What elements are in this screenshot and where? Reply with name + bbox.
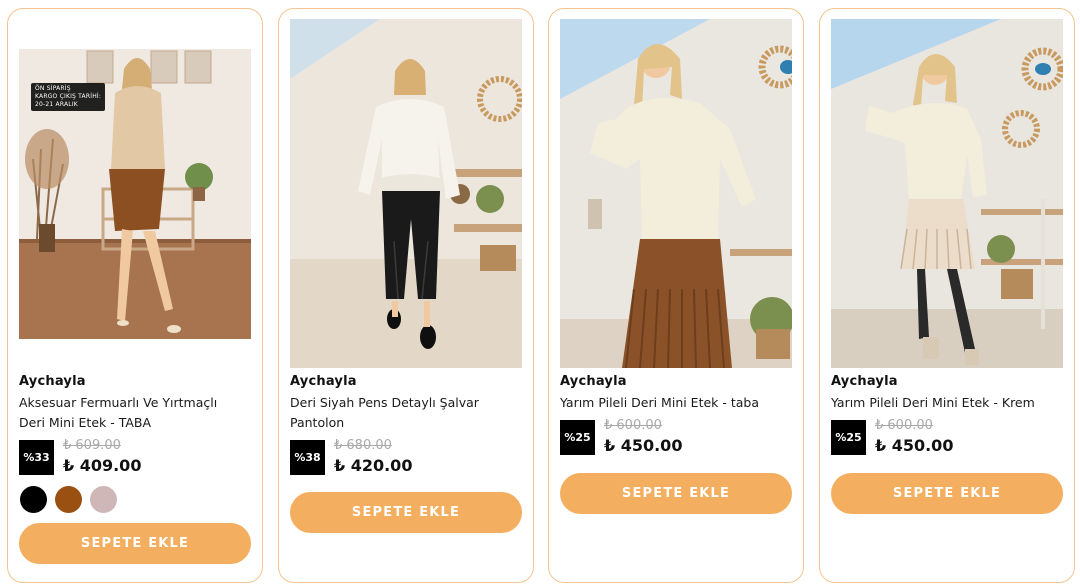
brand-name: Aychayla (560, 374, 627, 389)
old-price: ₺ 680.00 (334, 438, 392, 453)
brand-name: Aychayla (19, 374, 86, 389)
discount-badge: %38 (290, 440, 325, 475)
product-image[interactable] (290, 19, 522, 368)
promo-line: ÖN SİPARİŞ (35, 85, 71, 92)
new-price: ₺ 409.00 (63, 456, 142, 475)
color-swatch-brown[interactable] (55, 486, 82, 513)
product-image[interactable]: ÖN SİPARİŞ KARGO ÇIKIŞ TARİHİ: 20-21 ARA… (19, 49, 251, 339)
new-price: ₺ 450.00 (604, 436, 683, 455)
product-image[interactable] (560, 19, 792, 368)
color-swatch-black[interactable] (20, 486, 47, 513)
discount-badge: %25 (560, 420, 595, 455)
product-title[interactable]: Aksesuar Fermuarlı Ve Yırtmaçlı Deri Min… (19, 393, 247, 433)
promo-line: KARGO ÇIKIŞ TARİHİ: (35, 93, 102, 100)
add-to-cart-button[interactable]: SEPETE EKLE (19, 523, 251, 564)
product-title[interactable]: Yarım Pileli Deri Mini Etek - Krem (831, 393, 1059, 413)
discount-badge: %33 (19, 440, 54, 475)
product-card[interactable]: Aychayla Yarım Pileli Deri Mini Etek - t… (548, 8, 804, 583)
new-price: ₺ 450.00 (875, 436, 954, 455)
color-swatch-pink[interactable] (90, 486, 117, 513)
new-price: ₺ 420.00 (334, 456, 413, 475)
product-title[interactable]: Deri Siyah Pens Detaylı Şalvar Pantolon (290, 393, 518, 433)
old-price: ₺ 609.00 (63, 438, 121, 453)
add-to-cart-button[interactable]: SEPETE EKLE (831, 473, 1063, 514)
product-image[interactable] (831, 19, 1063, 368)
product-card[interactable]: ÖN SİPARİŞ KARGO ÇIKIŞ TARİHİ: 20-21 ARA… (7, 8, 263, 583)
old-price: ₺ 600.00 (875, 418, 933, 433)
add-to-cart-button[interactable]: SEPETE EKLE (560, 473, 792, 514)
discount-badge: %25 (831, 420, 866, 455)
promo-line: 20-21 ARALIK (35, 101, 78, 108)
product-card[interactable]: Aychayla Deri Siyah Pens Detaylı Şalvar … (278, 8, 534, 583)
old-price: ₺ 600.00 (604, 418, 662, 433)
add-to-cart-button[interactable]: SEPETE EKLE (290, 492, 522, 533)
brand-name: Aychayla (290, 374, 357, 389)
brand-name: Aychayla (831, 374, 898, 389)
product-card[interactable]: Aychayla Yarım Pileli Deri Mini Etek - K… (819, 8, 1075, 583)
product-title[interactable]: Yarım Pileli Deri Mini Etek - taba (560, 393, 788, 413)
pre-order-badge: ÖN SİPARİŞ KARGO ÇIKIŞ TARİHİ: 20-21 ARA… (31, 83, 106, 111)
